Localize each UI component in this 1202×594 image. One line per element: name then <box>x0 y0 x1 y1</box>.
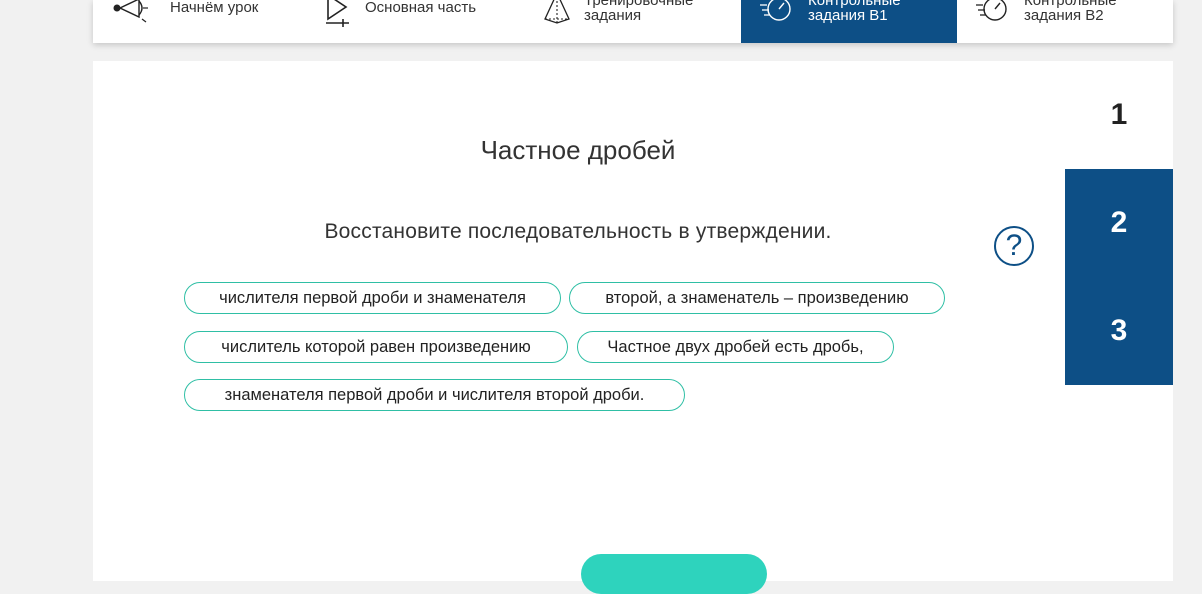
sentence-chip[interactable]: знаменателя первой дроби и числителя вто… <box>184 379 685 411</box>
nav-label-main-part: Основная часть <box>365 0 477 16</box>
stopwatch-icon <box>760 0 791 21</box>
sentence-chip[interactable]: второй, а знаменатель – произведению <box>569 282 945 314</box>
check-button[interactable] <box>581 554 767 594</box>
task-instruction: Восстановите последовательность в утверж… <box>324 220 832 243</box>
nav-item-control-tasks-b1[interactable]: Контрольные задания В1 <box>741 0 957 43</box>
nav-item-control-tasks-b2[interactable]: Контрольные задания В2 <box>957 0 1173 43</box>
nav-item-main-part[interactable]: Основная часть <box>293 0 513 43</box>
help-button[interactable]: ? <box>994 226 1034 266</box>
play-icon <box>326 0 349 27</box>
task-card: Частное дробей Восстановите последовател… <box>93 61 1173 594</box>
step-tab-2[interactable]: 2 <box>1065 169 1173 277</box>
lesson-nav-bar: Начнём урок Основная часть Тренировочные… <box>93 0 1173 43</box>
sentence-chip[interactable]: числитель которой равен произведению <box>184 331 568 363</box>
nav-label-control-tasks-b1: Контрольные задания В1 <box>808 0 901 24</box>
target-icon <box>544 0 570 24</box>
step-tab-3[interactable]: 3 <box>1065 277 1173 385</box>
nav-item-training-tasks[interactable]: Тренировочные задания <box>513 0 741 43</box>
nav-item-start-lesson[interactable]: Начнём урок <box>93 0 293 43</box>
lesson-title: Частное дробей <box>480 135 676 165</box>
sentence-chip[interactable]: Частное двух дробей есть дробь, <box>577 331 894 363</box>
nav-label-start-lesson: Начнём урок <box>170 0 259 16</box>
nav-label-training-tasks: Тренировочные задания <box>584 0 694 24</box>
step-tab-1[interactable]: 1 <box>1065 61 1173 169</box>
megaphone-icon <box>113 0 148 23</box>
stopwatch-icon <box>976 0 1007 21</box>
sentence-chip[interactable]: числителя первой дроби и знаменателя <box>184 282 561 314</box>
nav-label-control-tasks-b2: Контрольные задания В2 <box>1024 0 1117 24</box>
